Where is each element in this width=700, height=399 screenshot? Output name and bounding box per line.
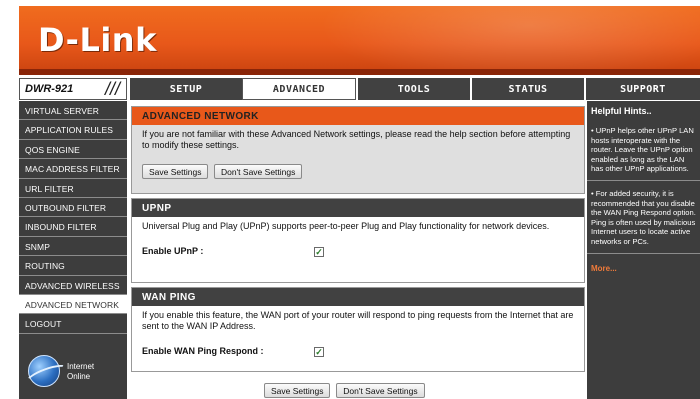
dont-save-settings-button-top[interactable]: Don't Save Settings — [213, 164, 303, 179]
model-name: DWR-921 — [25, 83, 74, 95]
advanced-network-buttons: Save Settings Don't Save Settings — [142, 164, 574, 179]
d-link-logo: D-Link — [38, 21, 157, 59]
sidebar-item-virtual-server[interactable]: VIRTUAL SERVER — [19, 101, 127, 121]
tab-setup[interactable]: SETUP — [128, 78, 242, 100]
save-settings-button-top[interactable]: Save Settings — [142, 164, 209, 179]
sidebar-item-logout[interactable]: LOGOUT — [19, 314, 127, 334]
help-sidebar: Helpful Hints.. • UPnP helps other UPnP … — [587, 101, 700, 399]
sidebar-item-snmp[interactable]: SNMP — [19, 237, 127, 257]
left-sidebar: VIRTUAL SERVER APPLICATION RULES QOS ENG… — [19, 101, 127, 399]
sidebar-item-application-rules[interactable]: APPLICATION RULES — [19, 120, 127, 140]
bottom-buttons: Save Settings Don't Save Settings — [264, 383, 428, 398]
internet-status: Internet Online — [19, 353, 127, 393]
help-divider — [587, 179, 700, 181]
enable-upnp-label: Enable UPnP : — [142, 246, 204, 256]
enable-upnp-checkbox[interactable]: ✓ — [314, 246, 324, 257]
globe-icon — [28, 355, 60, 387]
internet-status-line2: Online — [67, 372, 91, 381]
sidebar-item-mac-address-filter[interactable]: MAC ADDRESS FILTER — [19, 159, 127, 179]
header-banner: D-Link — [19, 6, 700, 75]
help-hint-wan-ping: • For added security, it is recommended … — [591, 188, 696, 246]
enable-upnp-row: Enable UPnP : ✓ — [142, 246, 574, 257]
sidebar-item-url-filter[interactable]: URL FILTER — [19, 179, 127, 198]
internet-status-line1: Internet — [67, 362, 95, 371]
tab-status[interactable]: STATUS — [470, 78, 584, 100]
wan-ping-title: WAN PING — [132, 288, 584, 306]
wan-ping-body: If you enable this feature, the WAN port… — [132, 306, 584, 371]
upnp-description: Universal Plug and Play (UPnP) supports … — [142, 221, 550, 231]
save-settings-button-bottom[interactable]: Save Settings — [264, 383, 331, 398]
advanced-network-body: If you are not familiar with these Advan… — [132, 125, 584, 193]
sidebar-item-qos-engine[interactable]: QOS ENGINE — [19, 140, 127, 160]
help-more-link[interactable]: More... — [587, 254, 700, 273]
sidebar-item-advanced-network[interactable]: ADVANCED NETWORK — [19, 294, 127, 315]
sidebar-item-outbound-filter[interactable]: OUTBOUND FILTER — [19, 198, 127, 218]
dont-save-settings-button-bottom[interactable]: Don't Save Settings — [336, 383, 425, 398]
sidebar-item-routing[interactable]: ROUTING — [19, 256, 127, 276]
model-slashes: /// — [104, 79, 120, 99]
sidebar-item-advanced-wireless[interactable]: ADVANCED WIRELESS — [19, 276, 127, 295]
model-label: DWR-921 /// — [19, 78, 127, 100]
enable-wan-ping-label: Enable WAN Ping Respond : — [142, 346, 264, 356]
advanced-network-description: If you are not familiar with these Advan… — [142, 129, 571, 150]
help-title: Helpful Hints.. — [591, 106, 652, 116]
sidebar-item-inbound-filter[interactable]: INBOUND FILTER — [19, 217, 127, 237]
wan-ping-description: If you enable this feature, the WAN port… — [142, 310, 574, 331]
help-hint-upnp: • UPnP helps other UPnP LAN hosts intero… — [591, 126, 694, 174]
header-stripe — [19, 69, 700, 75]
header-shine — [319, 6, 700, 75]
internet-status-label: Internet Online — [67, 362, 94, 382]
wan-ping-panel: WAN PING If you enable this feature, the… — [131, 287, 585, 372]
tab-tools[interactable]: TOOLS — [356, 78, 470, 100]
top-nav: SETUP ADVANCED TOOLS STATUS SUPPORT — [128, 78, 700, 100]
enable-wan-ping-row: Enable WAN Ping Respond : ✓ — [142, 346, 574, 357]
upnp-panel: UPNP Universal Plug and Play (UPnP) supp… — [131, 198, 585, 283]
enable-wan-ping-checkbox[interactable]: ✓ — [314, 346, 324, 357]
tab-advanced[interactable]: ADVANCED — [242, 78, 356, 100]
tab-support[interactable]: SUPPORT — [584, 78, 700, 100]
main-content: ADVANCED NETWORK If you are not familiar… — [128, 101, 585, 399]
upnp-title: UPNP — [132, 199, 584, 217]
upnp-body: Universal Plug and Play (UPnP) supports … — [132, 217, 584, 282]
advanced-network-title: ADVANCED NETWORK — [132, 107, 584, 125]
advanced-network-panel: ADVANCED NETWORK If you are not familiar… — [131, 106, 585, 194]
